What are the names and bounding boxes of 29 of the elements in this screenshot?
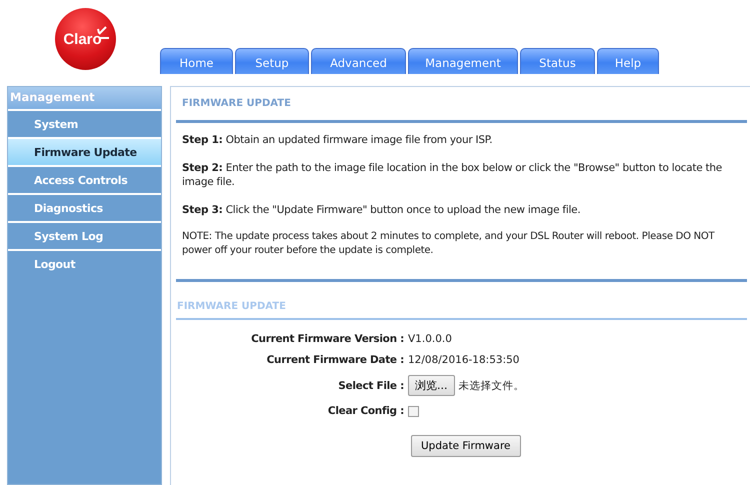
- update-firmware-button[interactable]: Update Firmware: [411, 435, 520, 457]
- logo-text: Claro: [63, 30, 102, 48]
- nav-tab[interactable]: Management: [408, 48, 518, 74]
- field-label: Current Firmware Date :: [266, 354, 404, 366]
- sidebar-item[interactable]: Firmware Update: [8, 137, 161, 165]
- step-text: Step 1: Obtain an updated firmware image file from your ISP.: [182, 133, 494, 147]
- sidebar-item[interactable]: System Log: [8, 221, 161, 249]
- sidebar-item[interactable]: Access Controls: [8, 165, 161, 193]
- field-value: V1.0.0.0: [408, 333, 452, 345]
- sidebar-item[interactable]: Diagnostics: [8, 193, 161, 221]
- nav-tab[interactable]: Status: [520, 48, 595, 74]
- file-status: 未选择文件。: [458, 378, 524, 392]
- step-text: Step 3: Click the "Update Firmware" button once to upload the new image file.: [182, 203, 582, 217]
- field-value: 12/08/2016-18:53:50: [408, 354, 520, 366]
- section-title: FIRMWARE UPDATE: [176, 300, 287, 314]
- nav-tab[interactable]: Advanced: [311, 48, 406, 74]
- section-title: FIRMWARE UPDATE: [181, 97, 292, 111]
- nav-tab[interactable]: Help: [597, 48, 659, 74]
- checkbox[interactable]: [408, 406, 419, 416]
- nav-tab[interactable]: Setup: [235, 48, 309, 74]
- nav-tab[interactable]: Home: [160, 48, 233, 74]
- field-label: Clear Config :: [326, 405, 404, 417]
- sidebar-title: Management: [8, 87, 161, 109]
- sidebar-item[interactable]: Logout: [8, 249, 161, 277]
- field-label: Select File :: [337, 380, 404, 392]
- step-text: Step 2: Enter the path to the image file location in the box below or click the "Browse" button to locate the image file.: [182, 161, 724, 189]
- note-text: NOTE: The update process takes about 2 minutes to complete, and your DSL Router will reboot. Please DO NOT power off your router before the update is complete.: [182, 230, 716, 258]
- browse-button[interactable]: 浏览...: [408, 375, 454, 396]
- field-label: Current Firmware Version :: [250, 333, 404, 345]
